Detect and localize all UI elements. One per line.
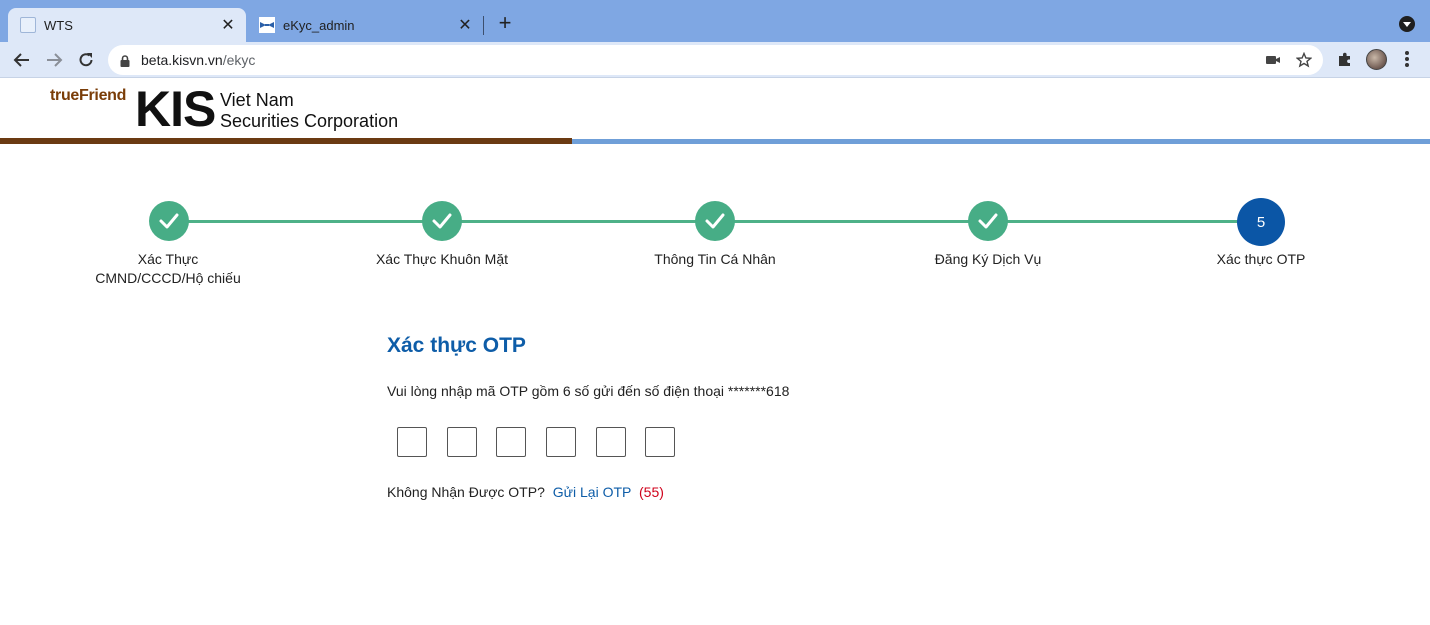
step-1-label: Xác Thực CMND/CCCD/Hộ chiếu (95, 251, 241, 286)
step-3-check-icon (695, 201, 735, 241)
otp-instructions: Vui lòng nhập mã OTP gồm 6 số gửi đến số… (387, 383, 790, 399)
tab-title: WTS (44, 17, 73, 33)
tab-separator (483, 16, 484, 35)
close-tab-icon[interactable]: ✕ (457, 17, 473, 34)
bookmark-star-icon[interactable] (1295, 51, 1313, 68)
lock-icon[interactable] (120, 54, 130, 72)
truefriend-logo: trueFriend (50, 87, 127, 104)
ekyc-favicon-icon (259, 17, 275, 33)
site-header: trueFriend KIS Viet Nam Securities Corpo… (0, 79, 1430, 144)
resend-otp-link[interactable]: Gửi Lại OTP (553, 484, 631, 500)
otp-digit-2[interactable] (447, 427, 477, 457)
browser-toolbar: beta.kisvn.vn/ekyc (0, 42, 1430, 78)
step-2-check-icon (422, 201, 462, 241)
step-1-check-icon (149, 201, 189, 241)
resend-row: Không Nhận Được OTP? Gửi Lại OTP (55) (387, 484, 664, 500)
kis-favicon-icon (20, 17, 36, 33)
step-2-label: Xác Thực Khuôn Mặt (375, 251, 509, 267)
browser-menu-icon[interactable] (1404, 51, 1410, 69)
otp-digit-1[interactable] (397, 427, 427, 457)
browser-tab-strip: WTS ✕ eKyc_admin ✕ + (0, 0, 1430, 42)
otp-digit-3[interactable] (496, 427, 526, 457)
otp-digit-6[interactable] (645, 427, 675, 457)
camera-icon[interactable] (1265, 52, 1281, 68)
reload-icon[interactable] (76, 50, 96, 70)
step-5-label: Xác thực OTP (1216, 251, 1306, 267)
tab-ekyc-admin[interactable]: eKyc_admin ✕ (247, 8, 483, 42)
step-3-label: Thông Tin Cá Nhân (654, 251, 776, 267)
tab-title: eKyc_admin (283, 17, 355, 33)
resend-countdown: (55) (639, 484, 664, 500)
url-text: beta.kisvn.vn/ekyc (141, 52, 256, 68)
kis-logo: KIS (135, 81, 216, 137)
address-bar[interactable]: beta.kisvn.vn/ekyc (108, 45, 1323, 75)
page-title: Xác thực OTP (387, 334, 526, 357)
close-tab-icon[interactable]: ✕ (220, 17, 236, 34)
forward-icon[interactable] (44, 50, 64, 70)
new-tab-button[interactable]: + (495, 12, 515, 35)
step-5-current: 5 (1237, 198, 1285, 246)
header-accent-bar-brown (0, 138, 572, 144)
logo-subtitle-line1: Viet Nam (220, 90, 294, 110)
header-accent-bar-blue (572, 139, 1430, 144)
step-4-label: Đăng Ký Dịch Vụ (934, 251, 1042, 267)
back-icon[interactable] (12, 50, 32, 70)
profile-avatar[interactable] (1366, 49, 1387, 70)
step-4-check-icon (968, 201, 1008, 241)
resend-prompt: Không Nhận Được OTP? (387, 484, 545, 500)
logo-subtitle-line2: Securities Corporation (220, 111, 399, 131)
tab-search-icon[interactable] (1399, 16, 1415, 32)
extensions-puzzle-icon[interactable] (1336, 51, 1354, 69)
tab-wts[interactable]: WTS ✕ (8, 8, 246, 42)
otp-digit-4[interactable] (546, 427, 576, 457)
otp-digit-5[interactable] (596, 427, 626, 457)
